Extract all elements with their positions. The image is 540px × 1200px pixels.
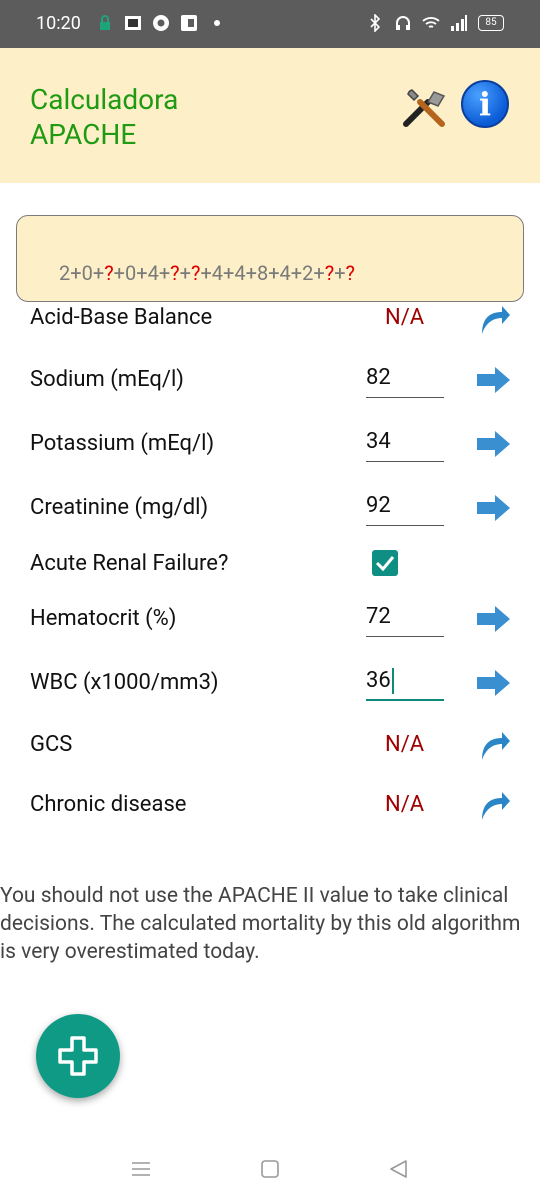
score-formula: 2+0+?+0+4+?+?+4+4+8+4+2+?+? xyxy=(59,261,355,285)
sodium-input[interactable]: 82 xyxy=(366,362,444,398)
app-square-icon xyxy=(181,15,197,31)
arrow-right-icon[interactable] xyxy=(475,605,511,633)
creatinine-input[interactable]: 92 xyxy=(366,490,444,526)
arrow-right-icon[interactable] xyxy=(475,430,511,458)
chronic-disease-label: Chronic disease xyxy=(30,792,187,817)
wbc-input[interactable]: 36 xyxy=(366,665,444,701)
status-bar: 10:20 85 xyxy=(0,0,540,48)
arrow-right-icon[interactable] xyxy=(475,494,511,522)
acid-base-label: Acid-Base Balance xyxy=(30,305,213,330)
gcs-value: N/A xyxy=(385,732,425,757)
hematocrit-input[interactable]: 72 xyxy=(366,601,444,637)
plus-icon xyxy=(58,1036,98,1076)
tools-icon[interactable] xyxy=(398,80,450,132)
app-header: Calculadora APACHE i xyxy=(0,48,540,183)
app-icon xyxy=(125,16,141,30)
hematocrit-label: Hematocrit (%) xyxy=(30,606,177,631)
chrome-icon xyxy=(153,15,169,31)
headphones-icon xyxy=(396,16,410,30)
notification-icons xyxy=(96,14,226,32)
text-cursor xyxy=(391,668,394,695)
back-icon[interactable] xyxy=(387,1158,409,1180)
bluetooth-icon xyxy=(370,14,381,32)
dot-icon xyxy=(214,20,220,26)
arrow-right-icon[interactable] xyxy=(475,366,511,394)
lock-icon xyxy=(100,15,110,30)
curved-arrow-icon[interactable] xyxy=(476,302,512,338)
score-box: 2+0+?+0+4+?+?+4+4+8+4+2+?+? xyxy=(16,215,524,302)
add-button[interactable] xyxy=(36,1014,120,1098)
sodium-label: Sodium (mEq/l) xyxy=(30,367,184,392)
check-icon xyxy=(375,556,395,572)
potassium-input[interactable]: 34 xyxy=(366,426,444,462)
battery-icon: 85 xyxy=(478,15,504,31)
wifi-icon xyxy=(422,17,440,28)
potassium-label: Potassium (mEq/l) xyxy=(30,431,215,456)
disclaimer-text: You should not use the APACHE II value t… xyxy=(0,884,521,964)
home-icon[interactable] xyxy=(259,1158,281,1180)
arrow-right-icon[interactable] xyxy=(475,669,511,697)
curved-arrow-icon[interactable] xyxy=(476,728,512,764)
curved-arrow-icon[interactable] xyxy=(476,788,512,824)
status-time: 10:20 xyxy=(36,13,81,34)
wbc-label: WBC (x1000/mm3) xyxy=(30,670,219,695)
creatinine-label: Creatinine (mg/dl) xyxy=(30,495,209,520)
menu-icon[interactable] xyxy=(130,1158,152,1180)
page-title: Calculadora APACHE xyxy=(30,83,179,151)
acute-renal-failure-label: Acute Renal Failure? xyxy=(30,551,229,576)
gcs-label: GCS xyxy=(30,732,73,757)
acute-renal-failure-checkbox[interactable] xyxy=(372,550,398,576)
system-navbar xyxy=(0,1140,540,1200)
info-icon[interactable]: i xyxy=(461,80,509,128)
acid-base-value: N/A xyxy=(385,305,425,330)
system-icons: 85 xyxy=(366,14,504,32)
chronic-disease-value: N/A xyxy=(385,792,425,817)
signal-icon xyxy=(451,15,467,31)
